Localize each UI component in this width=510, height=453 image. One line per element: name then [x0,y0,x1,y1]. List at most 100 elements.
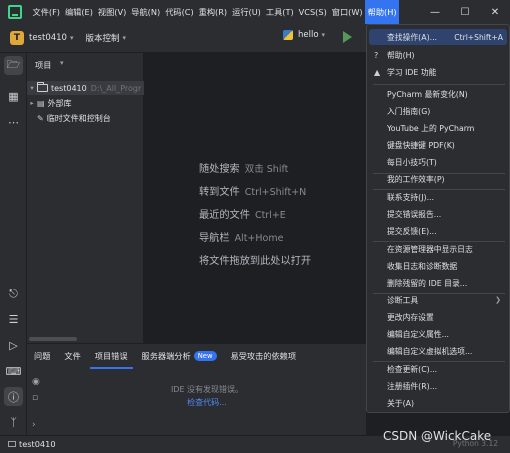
menu-run[interactable]: 运行(U) [230,0,264,24]
window-controls: — ☐ ✕ [420,0,510,24]
chevron-right-icon: ❯ [495,296,501,304]
menu-item-diagnostic-tools[interactable]: 诊断工具 ❯ [369,292,507,308]
eye-icon[interactable]: ◉ [32,377,40,387]
git-icon[interactable]: ᛉ [4,413,23,432]
inspect-code-link[interactable]: 检查代码... [187,397,227,408]
menu-item-label: 键盘快捷键 PDF(K) [387,140,455,150]
hint-search-everywhere: 随处搜索 双击 Shift [199,160,288,175]
status-project[interactable]: test0410 [8,439,56,449]
vcs-widget[interactable]: 版本控制 [85,32,119,44]
menu-item-check-updates[interactable]: 检查更新(C)... [369,361,507,377]
chevron-down-icon: ▾ [122,34,127,42]
menu-item-label: 编辑自定义属性... [387,329,450,339]
menu-item-register-plugins[interactable]: 注册插件(R)... [369,378,507,394]
hint-shortcut: 双击 Shift [244,164,289,175]
menu-item-label: 帮助(H) [387,50,415,60]
menu-file[interactable]: 文件(F) [30,0,62,24]
menu-item-help[interactable]: ? 帮助(H) [369,47,507,63]
minimize-icon[interactable]: — [420,0,450,24]
project-folder-icon[interactable]: 🗁 [4,56,23,75]
menu-item-youtube[interactable]: YouTube 上的 PyCharm [369,120,507,136]
expand-arrow-icon[interactable]: › [32,420,36,430]
status-project-label: test0410 [19,439,56,449]
menu-help[interactable]: 帮助(H) [365,0,400,24]
menu-item-getting-started[interactable]: 入门指南(G) [369,103,507,119]
menu-window[interactable]: 窗口(W) [329,0,365,24]
menu-code[interactable]: 代码(C) [163,0,196,24]
menu-item-learn-ide[interactable]: ▲ 学习 IDE 功能 [369,64,507,80]
python-icon [283,30,293,40]
menu-item-memory-settings[interactable]: 更改内存设置 [369,309,507,325]
run-config-selector[interactable]: hello ▾ [283,30,325,40]
chevron-down-icon[interactable]: ▾ [60,59,64,67]
problems-icon[interactable]: ⓘ [4,387,23,406]
editor-empty-state: 随处搜索 双击 Shift 转到文件 Ctrl+Shift+N 最近的文件 Ctrl+… [144,53,366,343]
tab-vulnerable-deps[interactable]: 易受攻击的依赖项 [224,344,304,369]
hint-navigation-bar: 导航栏 Alt+Home [199,229,283,244]
help-menu-dropdown: 查找操作(A)... Ctrl+Shift+A ? 帮助(H) ▲ 学习 IDE… [366,24,510,413]
tree-item-scratches[interactable]: ✎ 临时文件和控制台 [27,111,111,125]
tree-item-external-libs[interactable]: ▸ ▤ 外部库 [27,96,71,110]
menu-item-about[interactable]: 关于(A) [369,395,507,411]
project-panel-title[interactable]: 项目 [35,59,51,71]
more-icon[interactable]: ⋯ [4,113,23,132]
horizontal-scrollbar[interactable] [29,337,77,341]
menu-item-whats-new[interactable]: PyCharm 最新变化(N) [369,86,507,102]
expand-arrow-icon[interactable]: ▾ [27,84,37,92]
tab-label: 服务器端分析 [141,351,191,361]
menu-view[interactable]: 视图(V) [95,0,128,24]
menu-item-feedback[interactable]: 提交反馈(E)... [369,223,507,239]
chevron-down-icon: ▾ [69,34,74,42]
close-icon[interactable]: ✕ [480,0,510,24]
pycharm-logo-icon[interactable] [8,5,22,19]
hint-shortcut: Alt+Home [234,233,284,244]
new-badge: New [193,351,217,361]
project-selector[interactable]: test0410 [29,33,67,43]
menu-item-contact-support[interactable]: 联系支持(J)... [369,189,507,205]
menu-item-label: 提交错误报告... [387,209,442,219]
menu-item-show-log[interactable]: 在资源管理器中显示日志 [369,241,507,257]
hint-recent-files: 最近的文件 Ctrl+E [199,206,286,221]
menu-item-tip-of-day[interactable]: 每日小技巧(T) [369,154,507,170]
menu-item-label: 收集日志和诊断数据 [387,261,458,271]
menu-bar: 文件(F) 编辑(E) 视图(V) 导航(N) 代码(C) 重构(R) 运行(U… [0,0,510,24]
hint-label: 转到文件 [199,187,240,198]
library-icon: ▤ [37,98,45,108]
menu-item-keymap-pdf[interactable]: 键盘快捷键 PDF(K) [369,137,507,153]
project-panel: 项目 ▾ ▾ test0410 D:\_All_Progr ▸ ▤ 外部库 ✎ … [27,53,144,343]
menu-item-collect-logs[interactable]: 收集日志和诊断数据 [369,258,507,274]
maximize-icon[interactable]: ☐ [450,0,480,24]
menu-tools[interactable]: 工具(T) [263,0,296,24]
menu-item-label: 每日小技巧(T) [387,157,437,167]
menu-item-label: 入门指南(G) [387,106,431,116]
menu-item-delete-leftover[interactable]: 删除残留的 IDE 目录... [369,275,507,291]
tree-item-root[interactable]: ▾ test0410 D:\_All_Progr [27,81,144,95]
python-packages-icon[interactable]: ⎋ [4,284,23,303]
services-icon[interactable]: ▷ [4,336,23,355]
terminal-icon[interactable]: ⌨ [4,362,23,381]
menu-item-label: 在资源管理器中显示日志 [387,244,473,254]
menu-edit[interactable]: 编辑(E) [62,0,95,24]
menu-item-find-action[interactable]: 查找操作(A)... Ctrl+Shift+A [369,29,507,45]
menu-vcs[interactable]: VCS(S) [296,0,329,24]
run-icon[interactable] [343,31,352,43]
menu-item-productivity[interactable]: 我的工作效率(P) [369,171,507,187]
structure-icon[interactable]: ▦ [4,87,23,106]
collapse-arrow-icon[interactable]: ▸ [27,99,37,107]
scratches-icon: ✎ [37,113,44,123]
menu-item-custom-properties[interactable]: 编辑自定义属性... [369,326,507,342]
filter-icon[interactable]: ▫ [32,393,38,403]
menu-refactor[interactable]: 重构(R) [196,0,229,24]
layers-icon[interactable]: ☰ [4,310,23,329]
tab-project-errors[interactable]: 项目错误 [88,344,135,369]
project-badge-icon[interactable]: T [10,31,24,45]
tab-problems[interactable]: 问题 [27,344,57,369]
menu-navigate[interactable]: 导航(N) [129,0,163,24]
menu-item-label: 我的工作效率(P) [387,174,445,184]
tab-server-analysis[interactable]: 服务器端分析 New [135,344,224,369]
hint-label: 随处搜索 [199,164,240,175]
menu-item-report-bug[interactable]: 提交错误报告... [369,206,507,222]
tab-file[interactable]: 文件 [57,344,87,369]
tool-window-strip: 🗁 ▦ ⋯ ⎋ ☰ ▷ ⌨ ⓘ ᛉ [0,53,27,435]
menu-item-custom-vm-options[interactable]: 编辑自定义虚拟机选项... [369,343,507,359]
